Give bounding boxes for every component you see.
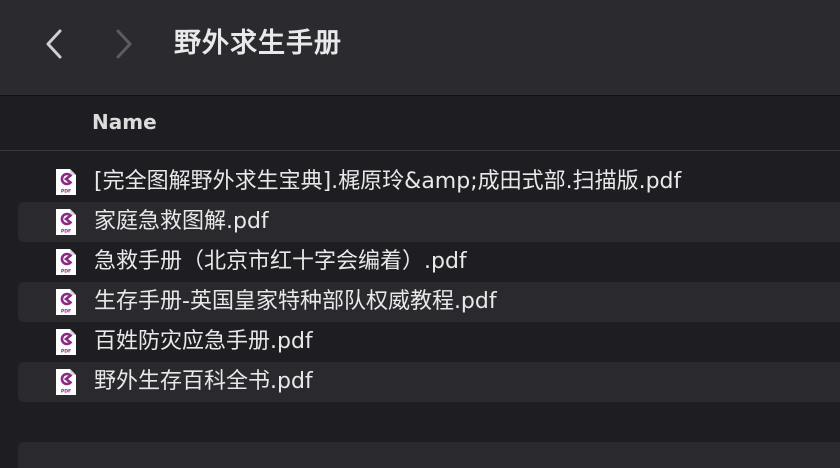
svg-text:PDF: PDF [61, 309, 71, 315]
file-name: 生存手册-英国皇家特种部队权威教程.pdf [94, 289, 497, 314]
empty-list-row [18, 442, 840, 468]
finder-window: 野外求生手册 Name PDF [完全图解野外求生宝典].梶原玲&amp;成田式… [0, 0, 840, 468]
pdf-file-icon: PDF [56, 169, 76, 195]
pdf-file-icon: PDF [56, 209, 76, 235]
title-bar: 野外求生手册 [0, 0, 840, 96]
pdf-file-icon: PDF [56, 249, 76, 275]
file-row[interactable]: PDF 急救手册（北京市红十字会编着）.pdf [18, 242, 840, 282]
file-row[interactable]: PDF [完全图解野外求生宝典].梶原玲&amp;成田式部.扫描版.pdf [18, 162, 840, 202]
column-header: Name [0, 97, 840, 151]
forward-button[interactable] [104, 24, 144, 64]
column-header-name[interactable]: Name [92, 109, 157, 135]
file-row[interactable]: PDF 生存手册-英国皇家特种部队权威教程.pdf [18, 282, 840, 322]
file-name: 野外生存百科全书.pdf [94, 369, 313, 394]
file-name: 百姓防灾应急手册.pdf [94, 329, 313, 354]
file-name: 家庭急救图解.pdf [94, 209, 269, 234]
svg-text:PDF: PDF [61, 349, 71, 355]
back-button[interactable] [34, 24, 74, 64]
file-row[interactable]: PDF 百姓防灾应急手册.pdf [18, 322, 840, 362]
file-name: 急救手册（北京市红十字会编着）.pdf [94, 249, 467, 274]
chevron-left-icon [46, 29, 62, 59]
svg-text:PDF: PDF [61, 389, 71, 395]
svg-text:PDF: PDF [61, 269, 71, 275]
file-name: [完全图解野外求生宝典].梶原玲&amp;成田式部.扫描版.pdf [94, 169, 682, 194]
pdf-file-icon: PDF [56, 369, 76, 395]
chevron-right-icon [116, 29, 132, 59]
file-row[interactable]: PDF 野外生存百科全书.pdf [18, 362, 840, 402]
file-row[interactable]: PDF 家庭急救图解.pdf [18, 202, 840, 242]
svg-text:PDF: PDF [61, 189, 71, 195]
pdf-file-icon: PDF [56, 329, 76, 355]
pdf-file-icon: PDF [56, 289, 76, 315]
file-list: PDF [完全图解野外求生宝典].梶原玲&amp;成田式部.扫描版.pdf PD… [0, 162, 840, 402]
window-title: 野外求生手册 [174, 28, 342, 59]
svg-text:PDF: PDF [61, 229, 71, 235]
